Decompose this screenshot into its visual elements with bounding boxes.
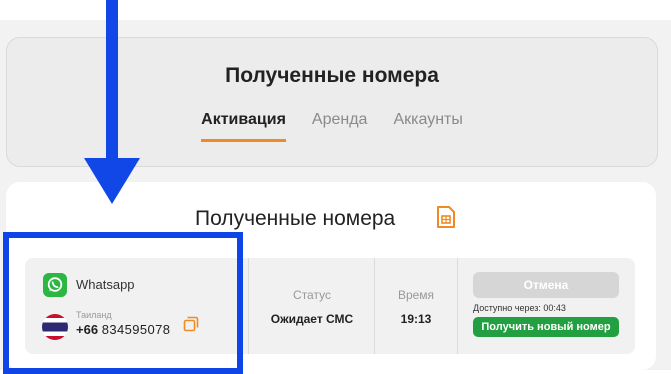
cancel-button[interactable]: Отмена <box>473 272 619 298</box>
status-value: Ожидает СМС <box>270 312 354 326</box>
tabs: Активация Аренда Аккаунты <box>7 111 657 142</box>
time-value: 19:13 <box>400 312 432 326</box>
column-divider <box>457 258 458 354</box>
pointer-arrow-shaft <box>106 0 118 160</box>
section-title: Полученные номера <box>195 207 396 230</box>
time-label: Время <box>397 288 435 302</box>
received-numbers-header: Полученные номера Активация Аренда Аккау… <box>6 37 658 167</box>
tab-activation[interactable]: Активация <box>201 111 286 142</box>
page-title: Полученные номера <box>225 64 439 87</box>
status-label: Статус <box>293 288 331 302</box>
pointer-arrow-head <box>84 158 140 204</box>
get-new-number-button[interactable]: Получить новый номер <box>473 317 619 337</box>
highlight-box <box>3 232 243 374</box>
available-timer: Доступно через: 00:43 <box>473 303 566 313</box>
tab-rent[interactable]: Аренда <box>312 111 368 142</box>
column-divider <box>374 258 375 354</box>
column-divider <box>248 258 249 354</box>
tab-accounts[interactable]: Аккаунты <box>393 111 462 142</box>
sim-card-icon <box>437 206 455 228</box>
